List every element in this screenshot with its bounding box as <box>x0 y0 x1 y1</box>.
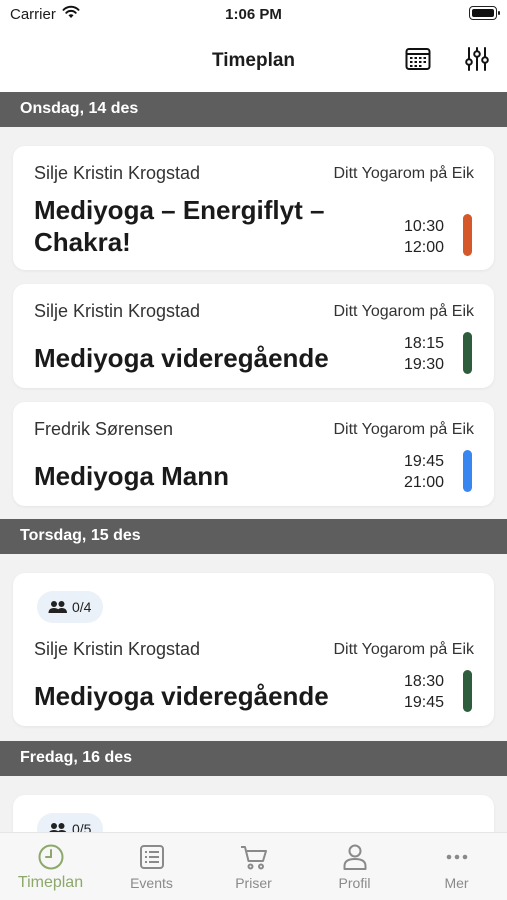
start-time: 10:30 <box>403 218 444 235</box>
list-icon <box>140 845 164 869</box>
cart-icon <box>241 846 267 870</box>
date-header: Fredag, 16 des <box>0 741 507 776</box>
tab-events[interactable]: Events <box>101 833 202 900</box>
class-location: Ditt Yogarom på Eik <box>333 165 474 182</box>
start-time: 18:15 <box>403 335 444 352</box>
start-time: 19:45 <box>403 453 444 470</box>
category-color-bar <box>463 332 472 374</box>
class-title: Mediyoga videregående <box>34 343 329 373</box>
category-color-bar <box>463 214 472 256</box>
instructor-name: Silje Kristin Krogstad <box>34 639 201 659</box>
date-header: Onsdag, 14 des <box>0 92 507 127</box>
tab-label: Timeplan <box>17 874 84 891</box>
tab-bar: Timeplan Events Priser Profil Mer <box>0 832 507 900</box>
tab-mer[interactable]: Mer <box>406 833 507 900</box>
tab-timeplan[interactable]: Timeplan <box>0 833 101 900</box>
class-title: Mediyoga – Energiflyt – Chakra! <box>34 195 325 257</box>
people-icon <box>48 601 67 613</box>
date-header: Torsdag, 15 des <box>0 519 507 554</box>
class-times: 18:30 19:45 <box>404 671 444 713</box>
category-color-bar <box>463 450 472 492</box>
class-location: Ditt Yogarom på Eik <box>333 303 474 320</box>
capacity-count: 0/4 <box>72 599 92 615</box>
instructor-name: Silje Kristin Krogstad <box>34 163 201 183</box>
tab-label: Events <box>130 875 173 891</box>
class-card[interactable]: Fredrik Sørensen Ditt Yogarom på Eik Med… <box>13 402 494 506</box>
tab-profil[interactable]: Profil <box>304 833 405 900</box>
more-icon <box>446 854 468 860</box>
tab-label: Profil <box>338 875 371 891</box>
nav-bar: Timeplan <box>0 30 507 92</box>
person-icon <box>343 844 367 870</box>
tab-label: Mer <box>444 875 469 891</box>
class-times: 10:30 12:00 <box>404 216 444 258</box>
class-times: 18:15 19:30 <box>404 333 444 375</box>
clock-time: 1:06 PM <box>225 6 282 23</box>
end-time: 12:00 <box>403 239 444 256</box>
instructor-name: Silje Kristin Krogstad <box>34 301 201 321</box>
class-card[interactable]: Silje Kristin Krogstad Ditt Yogarom på E… <box>13 284 494 388</box>
class-times: 19:45 21:00 <box>404 451 444 493</box>
class-location: Ditt Yogarom på Eik <box>333 421 474 438</box>
instructor-name: Fredrik Sørensen <box>34 419 174 439</box>
category-color-bar <box>463 670 472 712</box>
clock-icon <box>38 844 64 870</box>
capacity-badge: 0/4 <box>37 591 104 623</box>
class-card[interactable]: Silje Kristin Krogstad Ditt Yogarom på E… <box>13 146 494 270</box>
calendar-icon[interactable] <box>405 46 431 72</box>
class-location: Ditt Yogarom på Eik <box>333 641 474 658</box>
battery-icon <box>469 6 500 20</box>
end-time: 19:45 <box>403 694 444 711</box>
class-card[interactable]: 0/4 Silje Kristin Krogstad Ditt Yogarom … <box>13 573 494 726</box>
tab-label: Priser <box>235 875 272 891</box>
start-time: 18:30 <box>403 673 444 690</box>
end-time: 19:30 <box>403 356 444 373</box>
status-bar: Carrier 1:06 PM <box>0 0 507 30</box>
class-title: Mediyoga videregående <box>34 681 329 711</box>
class-title: Mediyoga Mann <box>34 461 230 491</box>
tab-priser[interactable]: Priser <box>203 833 304 900</box>
filter-sliders-icon[interactable] <box>464 46 490 72</box>
end-time: 21:00 <box>403 474 444 491</box>
